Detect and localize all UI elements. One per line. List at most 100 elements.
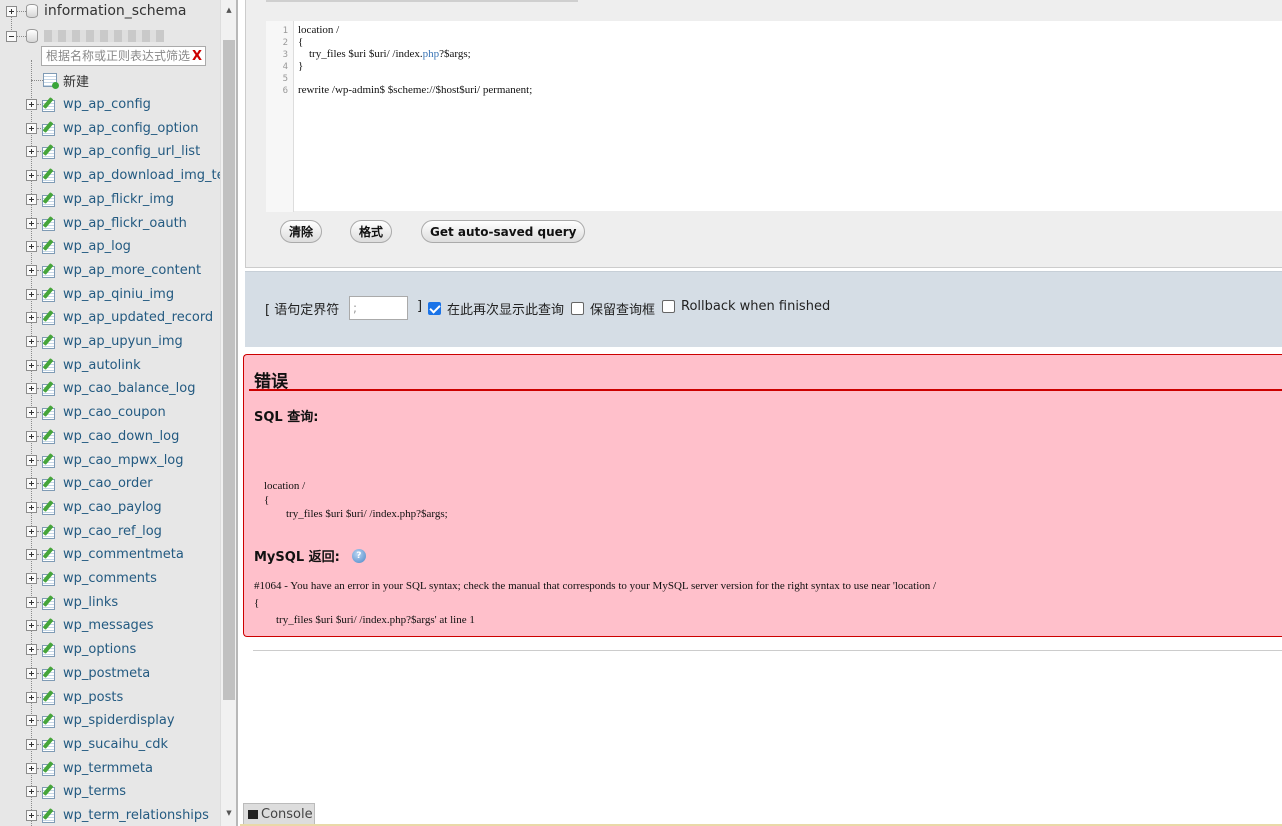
table-icon[interactable] [41, 524, 57, 539]
scroll-up-icon[interactable]: ▲ [221, 2, 236, 18]
table-icon[interactable] [41, 381, 57, 396]
db-row-current[interactable] [6, 25, 164, 47]
table-icon[interactable] [41, 358, 57, 373]
table-name[interactable]: wp_ap_config [63, 97, 151, 112]
table-item[interactable]: wp_cao_order [26, 472, 153, 494]
table-item[interactable]: wp_ap_qiniu_img [26, 283, 174, 305]
expand-icon[interactable] [26, 762, 37, 774]
table-item[interactable]: wp_messages [26, 614, 154, 636]
expand-icon[interactable] [26, 98, 37, 110]
table-name[interactable]: wp_termmeta [63, 761, 153, 776]
keep-box-option[interactable]: 保留查询框 [571, 299, 655, 318]
table-icon[interactable] [41, 761, 57, 776]
table-item[interactable]: wp_cao_down_log [26, 425, 179, 447]
expand-icon[interactable] [26, 572, 37, 584]
expand-icon[interactable] [6, 5, 17, 17]
expand-icon[interactable] [26, 406, 37, 418]
table-item[interactable]: wp_postmeta [26, 662, 150, 684]
show-again-option[interactable]: 在此再次显示此查询 [428, 299, 564, 318]
table-item[interactable]: wp_sucaihu_cdk [26, 733, 168, 755]
expand-icon[interactable] [26, 264, 37, 276]
table-item[interactable]: wp_ap_more_content [26, 259, 201, 281]
table-icon[interactable] [41, 713, 57, 728]
table-icon[interactable] [41, 121, 57, 136]
table-name[interactable]: wp_postmeta [63, 666, 150, 681]
rollback-checkbox[interactable] [662, 300, 675, 313]
table-name[interactable]: wp_cao_paylog [63, 500, 162, 515]
table-name[interactable]: wp_spiderdisplay [63, 713, 175, 728]
table-icon[interactable] [41, 97, 57, 112]
table-name[interactable]: wp_ap_upyun_img [63, 334, 183, 349]
expand-icon[interactable] [26, 122, 37, 134]
expand-icon[interactable] [26, 335, 37, 347]
filter-input[interactable] [42, 47, 190, 65]
format-button[interactable]: 格式 [350, 220, 393, 243]
table-name[interactable]: wp_messages [63, 618, 154, 633]
expand-icon[interactable] [26, 169, 37, 181]
expand-icon[interactable] [26, 501, 37, 513]
table-icon[interactable] [41, 642, 57, 657]
table-icon[interactable] [41, 192, 57, 207]
delimiter-input[interactable] [349, 296, 408, 320]
table-item[interactable]: wp_commentmeta [26, 543, 184, 565]
table-item[interactable]: wp_comments [26, 567, 157, 589]
expand-icon[interactable] [26, 738, 37, 750]
table-icon[interactable] [41, 476, 57, 491]
expand-icon[interactable] [26, 667, 37, 679]
expand-icon[interactable] [26, 809, 37, 821]
table-item[interactable]: wp_spiderdisplay [26, 709, 175, 731]
table-item[interactable]: wp_ap_log [26, 235, 131, 257]
expand-icon[interactable] [26, 477, 37, 489]
expand-icon[interactable] [26, 382, 37, 394]
table-item[interactable]: wp_ap_config_url_list [26, 140, 200, 162]
table-name[interactable]: wp_terms [63, 784, 126, 799]
table-name[interactable]: wp_ap_updated_record [63, 310, 213, 325]
table-icon[interactable] [41, 618, 57, 633]
table-icon[interactable] [41, 263, 57, 278]
table-name[interactable]: wp_cao_balance_log [63, 381, 195, 396]
table-item[interactable]: wp_ap_updated_record [26, 306, 213, 328]
table-name[interactable]: wp_ap_flickr_oauth [63, 216, 187, 231]
expand-icon[interactable] [26, 359, 37, 371]
expand-icon[interactable] [26, 548, 37, 560]
table-name[interactable]: wp_cao_order [63, 476, 153, 491]
table-name[interactable]: wp_options [63, 642, 136, 657]
expand-icon[interactable] [26, 311, 37, 323]
db-row-information-schema[interactable]: information_schema [6, 0, 187, 22]
keep-box-checkbox[interactable] [571, 302, 584, 315]
table-icon[interactable] [41, 737, 57, 752]
table-icon[interactable] [41, 547, 57, 562]
table-name[interactable]: wp_ap_config_option [63, 121, 199, 136]
table-icon[interactable] [41, 784, 57, 799]
expand-icon[interactable] [26, 714, 37, 726]
table-name[interactable]: wp_cao_down_log [63, 429, 179, 444]
scroll-thumb[interactable] [223, 40, 235, 700]
scroll-down-icon[interactable]: ▼ [221, 805, 236, 821]
expand-icon[interactable] [26, 454, 37, 466]
table-item[interactable]: wp_links [26, 591, 118, 613]
clear-filter-icon[interactable]: X [192, 49, 202, 64]
table-name[interactable]: wp_ap_more_content [63, 263, 201, 278]
expand-icon[interactable] [26, 691, 37, 703]
nav-scrollbar[interactable]: ▲ ▼ [220, 0, 236, 826]
clear-button[interactable]: 清除 [280, 220, 323, 243]
expand-icon[interactable] [26, 240, 37, 252]
table-name[interactable]: wp_commentmeta [63, 547, 184, 562]
table-name[interactable]: wp_ap_download_img_te [63, 168, 220, 183]
expand-icon[interactable] [26, 596, 37, 608]
table-name[interactable]: wp_ap_flickr_img [63, 192, 174, 207]
db-name-redacted[interactable] [44, 30, 164, 42]
table-icon[interactable] [41, 216, 57, 231]
table-name[interactable]: wp_ap_config_url_list [63, 144, 200, 159]
db-name[interactable]: information_schema [44, 3, 187, 19]
table-name[interactable]: wp_links [63, 595, 118, 610]
table-icon[interactable] [41, 500, 57, 515]
table-icon[interactable] [41, 453, 57, 468]
table-item[interactable]: wp_cao_paylog [26, 496, 162, 518]
table-item[interactable]: wp_cao_balance_log [26, 377, 195, 399]
table-item[interactable]: wp_cao_coupon [26, 401, 166, 423]
table-name[interactable]: wp_ap_log [63, 239, 131, 254]
table-icon[interactable] [41, 168, 57, 183]
expand-icon[interactable] [26, 193, 37, 205]
table-item[interactable]: wp_ap_config [26, 93, 151, 115]
